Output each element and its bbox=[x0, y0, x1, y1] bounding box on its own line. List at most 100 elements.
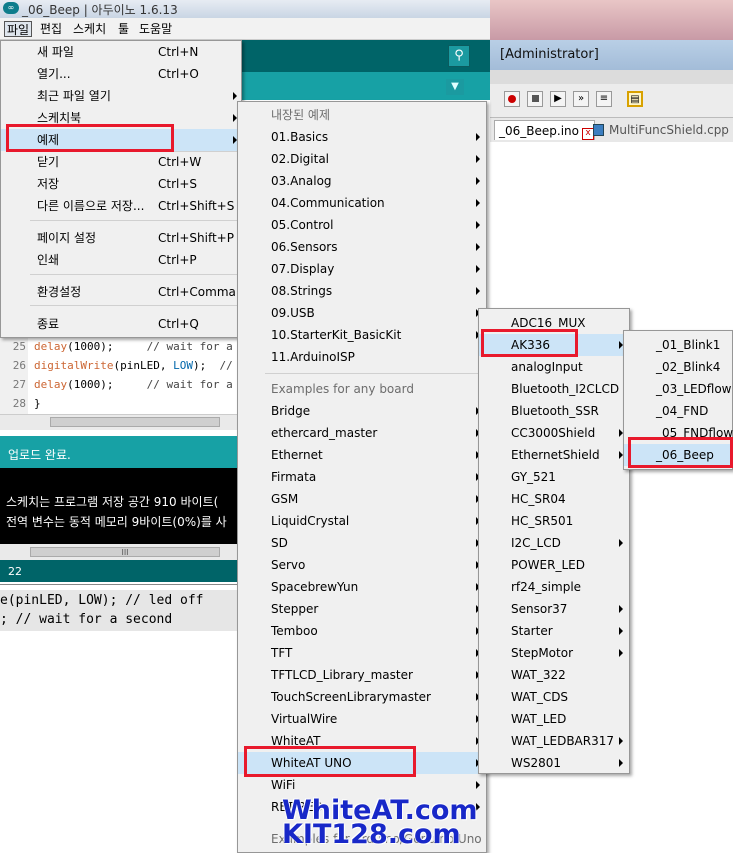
uno-item-wat-cds[interactable]: WAT_CDS bbox=[479, 686, 629, 708]
examples-item-wifi[interactable]: WiFi bbox=[238, 774, 486, 796]
uno-item-ethernetshield[interactable]: EthernetShield bbox=[479, 444, 629, 466]
menu-item-label: HC_SR501 bbox=[511, 514, 574, 528]
menu-edit[interactable]: 편집 bbox=[40, 21, 62, 37]
uno-item-bluetooth-ssr[interactable]: Bluetooth_SSR bbox=[479, 400, 629, 422]
menu-item-label: 내장된 예제 bbox=[271, 108, 331, 122]
menu-item-label: _04_FND bbox=[656, 404, 709, 418]
uno-item-ws2801[interactable]: WS2801 bbox=[479, 752, 629, 774]
serial-monitor-icon[interactable]: ▤ bbox=[627, 91, 643, 107]
uno-item-wat-322[interactable]: WAT_322 bbox=[479, 664, 629, 686]
examples-item-04-communication[interactable]: 04.Communication bbox=[238, 192, 486, 214]
menu-item-quit[interactable]: 종료 Ctrl+Q bbox=[1, 313, 241, 335]
examples-item-ethernet[interactable]: Ethernet bbox=[238, 444, 486, 466]
examples-item-ethercard-master[interactable]: ethercard_master bbox=[238, 422, 486, 444]
examples-item-spacebrewyun[interactable]: SpacebrewYun bbox=[238, 576, 486, 598]
menu-item-open[interactable]: 열기... Ctrl+O bbox=[1, 63, 241, 85]
uno-item-wat-ledbar317[interactable]: WAT_LEDBAR317 bbox=[479, 730, 629, 752]
ak336-item--01-blink1[interactable]: _01_Blink1 bbox=[624, 334, 732, 356]
record-icon[interactable] bbox=[504, 91, 520, 107]
list-icon[interactable]: ≡ bbox=[596, 91, 612, 107]
examples-item-08-strings[interactable]: 08.Strings bbox=[238, 280, 486, 302]
scrollbar-thumb[interactable]: III bbox=[30, 547, 220, 557]
menu-item-page-setup[interactable]: 페이지 설정 Ctrl+Shift+P bbox=[1, 227, 241, 249]
menu-item-new[interactable]: 새 파일 Ctrl+N bbox=[1, 41, 241, 63]
submenu-arrow-icon bbox=[476, 177, 480, 185]
chevron-down-icon[interactable]: ▼ bbox=[446, 79, 464, 95]
examples-item-touchscreenlibrarymaster[interactable]: TouchScreenLibrarymaster bbox=[238, 686, 486, 708]
uno-item-power-led[interactable]: POWER_LED bbox=[479, 554, 629, 576]
menu-item-label: Starter bbox=[511, 624, 553, 638]
background-window-title: [Administrator] bbox=[500, 47, 599, 62]
uno-item-gy-521[interactable]: GY_521 bbox=[479, 466, 629, 488]
menu-separator bbox=[30, 274, 240, 275]
examples-item-gsm[interactable]: GSM bbox=[238, 488, 486, 510]
examples-item-sd[interactable]: SD bbox=[238, 532, 486, 554]
uno-item-cc3000shield[interactable]: CC3000Shield bbox=[479, 422, 629, 444]
menu-item-preferences[interactable]: 환경설정 Ctrl+Comma bbox=[1, 281, 241, 303]
menu-item-label: 05.Control bbox=[271, 218, 334, 232]
submenu-arrow-icon bbox=[476, 243, 480, 251]
menu-item-close[interactable]: 닫기 Ctrl+W bbox=[1, 151, 241, 173]
menu-sketch[interactable]: 스케치 bbox=[73, 21, 106, 37]
examples-item-11-arduinoisp[interactable]: 11.ArduinoISP bbox=[238, 346, 486, 368]
examples-item-temboo[interactable]: Temboo bbox=[238, 620, 486, 642]
magnifier-icon[interactable]: ⚲ bbox=[448, 45, 470, 67]
menu-item-label: ethercard_master bbox=[271, 426, 378, 440]
menu-separator bbox=[30, 220, 240, 221]
examples-item-tftlcd-library-master[interactable]: TFTLCD_Library_master bbox=[238, 664, 486, 686]
examples-item-07-display[interactable]: 07.Display bbox=[238, 258, 486, 280]
ak336-item--02-blink4[interactable]: _02_Blink4 bbox=[624, 356, 732, 378]
submenu-arrow-icon bbox=[476, 199, 480, 207]
menu-item-recent[interactable]: 최근 파일 열기 bbox=[1, 85, 241, 107]
examples-item-03-analog[interactable]: 03.Analog bbox=[238, 170, 486, 192]
menu-item-label: Ethernet bbox=[271, 448, 323, 462]
scrollbar-thumb[interactable] bbox=[50, 417, 220, 427]
console-line: 스케치는 프로그램 저장 공간 910 바이트( bbox=[6, 495, 219, 509]
ak336-item--03-ledflow[interactable]: _03_LEDflow bbox=[624, 378, 732, 400]
menu-item-print[interactable]: 인쇄 Ctrl+P bbox=[1, 249, 241, 271]
examples-item-virtualwire[interactable]: VirtualWire bbox=[238, 708, 486, 730]
menu-item-label: 07.Display bbox=[271, 262, 335, 276]
submenu-arrow-icon bbox=[476, 265, 480, 273]
examples-item-firmata[interactable]: Firmata bbox=[238, 466, 486, 488]
menu-item-label: Servo bbox=[271, 558, 306, 572]
menu-item-save-as[interactable]: 다른 이름으로 저장... Ctrl+Shift+S bbox=[1, 195, 241, 217]
uno-item-rf24-simple[interactable]: rf24_simple bbox=[479, 576, 629, 598]
submenu-arrow-icon bbox=[619, 539, 623, 547]
uno-item-hc-sr04[interactable]: HC_SR04 bbox=[479, 488, 629, 510]
uno-item-hc-sr501[interactable]: HC_SR501 bbox=[479, 510, 629, 532]
uno-item-bluetooth-i2clcd[interactable]: Bluetooth_I2CLCD bbox=[479, 378, 629, 400]
uno-item-stepmotor[interactable]: StepMotor bbox=[479, 642, 629, 664]
menu-item-save[interactable]: 저장 Ctrl+S bbox=[1, 173, 241, 195]
uno-item-wat-led[interactable]: WAT_LED bbox=[479, 708, 629, 730]
examples-item-10-starterkit-basickit[interactable]: 10.StarterKit_BasicKit bbox=[238, 324, 486, 346]
examples-item-stepper[interactable]: Stepper bbox=[238, 598, 486, 620]
code-line: 27 delay(1000); // wait for a bbox=[12, 378, 233, 391]
examples-item-02-digital[interactable]: 02.Digital bbox=[238, 148, 486, 170]
uno-item-analoginput[interactable]: analogInput bbox=[479, 356, 629, 378]
ak336-item--04-fnd[interactable]: _04_FND bbox=[624, 400, 732, 422]
menu-file[interactable]: 파일 bbox=[4, 21, 33, 37]
menu-item-label: WS2801 bbox=[511, 756, 562, 770]
uno-item-i2c-lcd[interactable]: I2C_LCD bbox=[479, 532, 629, 554]
examples-item-05-control[interactable]: 05.Control bbox=[238, 214, 486, 236]
uno-item-sensor37[interactable]: Sensor37 bbox=[479, 598, 629, 620]
examples-item-01-basics[interactable]: 01.Basics bbox=[238, 126, 486, 148]
step-icon[interactable]: ▶ bbox=[550, 91, 566, 107]
examples-item-06-sensors[interactable]: 06.Sensors bbox=[238, 236, 486, 258]
tab-beep-ino[interactable]: _06_Beep.ino x bbox=[494, 120, 595, 140]
tab-multifuncshield[interactable]: MultiFuncShield.cpp bbox=[591, 120, 729, 140]
uno-item-starter[interactable]: Starter bbox=[479, 620, 629, 642]
examples-item-bridge[interactable]: Bridge bbox=[238, 400, 486, 422]
menu-tools[interactable]: 툴 bbox=[118, 21, 129, 37]
examples-item-09-usb[interactable]: 09.USB bbox=[238, 302, 486, 324]
stop-icon[interactable] bbox=[527, 91, 543, 107]
examples-item-servo[interactable]: Servo bbox=[238, 554, 486, 576]
forward-icon[interactable]: » bbox=[573, 91, 589, 107]
submenu-arrow-icon bbox=[233, 92, 237, 100]
menu-help[interactable]: 도움말 bbox=[139, 21, 172, 37]
examples-item-tft[interactable]: TFT bbox=[238, 642, 486, 664]
menu-item-label: SD bbox=[271, 536, 288, 550]
examples-item-liquidcrystal[interactable]: LiquidCrystal bbox=[238, 510, 486, 532]
menu-item-label: Sensor37 bbox=[511, 602, 568, 616]
